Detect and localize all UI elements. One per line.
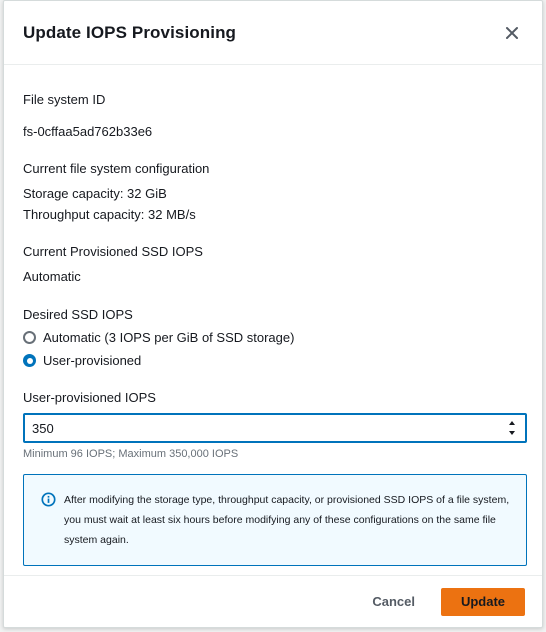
- file-system-id-group: File system ID fs-0cffaa5ad762b33e6: [23, 91, 526, 141]
- radio-automatic[interactable]: Automatic (3 IOPS per GiB of SSD storage…: [23, 326, 526, 349]
- user-iops-hint: Minimum 96 IOPS; Maximum 350,000 IOPS: [23, 448, 239, 460]
- throughput-capacity: Throughput capacity: 32 MB/s: [23, 207, 196, 222]
- cancel-button[interactable]: Cancel: [372, 594, 415, 609]
- radio-automatic-label: Automatic (3 IOPS per GiB of SSD storage…: [43, 330, 295, 345]
- radio-user-provisioned[interactable]: User-provisioned: [23, 349, 526, 372]
- info-text: After modifying the storage type, throug…: [64, 494, 510, 546]
- radio-automatic-control[interactable]: [23, 331, 36, 344]
- current-iops-value: Automatic: [23, 269, 81, 284]
- update-button[interactable]: Update: [441, 587, 525, 616]
- file-system-id-label: File system ID: [23, 92, 106, 107]
- stepper-up-icon[interactable]: [509, 421, 515, 425]
- radio-user-provisioned-control[interactable]: [23, 354, 36, 367]
- stepper-down-icon[interactable]: [509, 431, 515, 435]
- current-iops-label: Current Provisioned SSD IOPS: [23, 244, 203, 259]
- modal-footer: Cancel Update: [4, 575, 542, 627]
- modal-header: Update IOPS Provisioning: [4, 1, 542, 65]
- user-iops-label: User-provisioned IOPS: [23, 390, 156, 405]
- radio-user-provisioned-label: User-provisioned: [43, 353, 142, 368]
- storage-capacity: Storage capacity: 32 GiB: [23, 186, 167, 201]
- file-system-id-value: fs-0cffaa5ad762b33e6: [23, 124, 153, 139]
- user-iops-group: User-provisioned IOPS Minimum 96 IOPS; M…: [23, 389, 527, 460]
- current-iops-group: Current Provisioned SSD IOPS Automatic: [23, 243, 526, 286]
- number-stepper[interactable]: [508, 421, 516, 435]
- info-icon: [41, 492, 56, 507]
- modal-title: Update IOPS Provisioning: [23, 22, 237, 42]
- close-button[interactable]: [500, 21, 524, 45]
- current-config-label: Current file system configuration: [23, 161, 210, 176]
- info-alert: After modifying the storage type, throug…: [23, 474, 527, 566]
- modal-body: File system ID fs-0cffaa5ad762b33e6 Curr…: [4, 65, 542, 566]
- desired-iops-label: Desired SSD IOPS: [23, 307, 133, 322]
- user-iops-input[interactable]: [25, 415, 525, 441]
- current-config-group: Current file system configuration Storag…: [23, 160, 526, 224]
- desired-iops-group: Desired SSD IOPS Automatic (3 IOPS per G…: [23, 306, 526, 372]
- user-iops-field[interactable]: [23, 413, 527, 443]
- update-iops-modal: Update IOPS Provisioning File system ID …: [3, 0, 543, 628]
- close-icon: [506, 26, 518, 39]
